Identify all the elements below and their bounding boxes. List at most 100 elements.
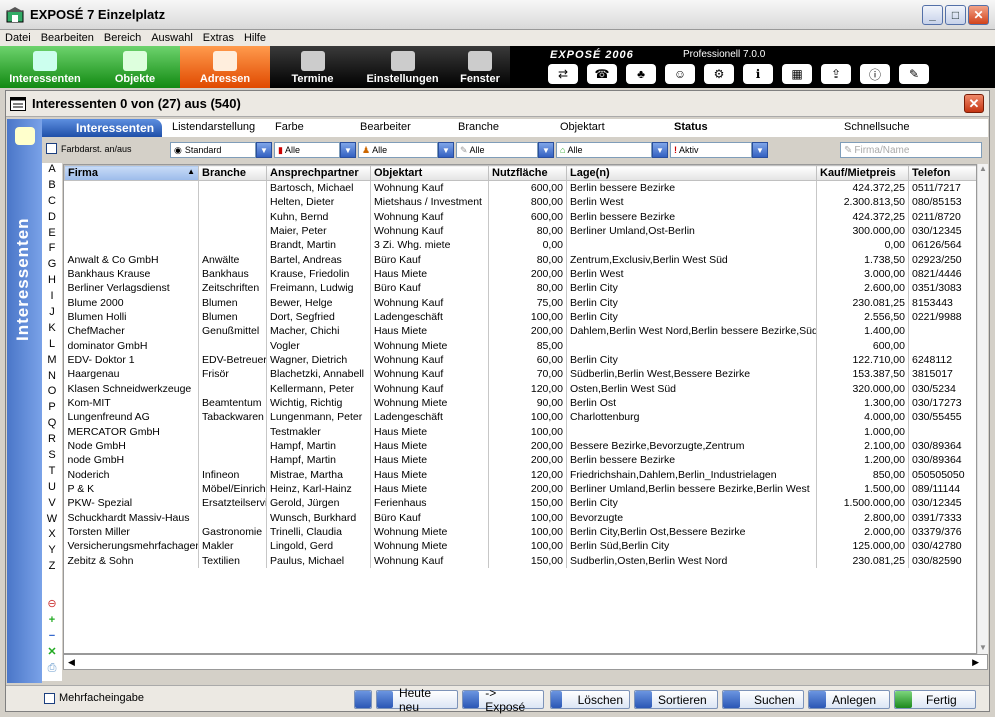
table-row[interactable]: Node GmbH Hampf, Martin Haus Miete 200,00 Be… bbox=[64, 438, 976, 454]
farbe-dropdown-button[interactable]: ▼ bbox=[340, 142, 356, 158]
objektart-select[interactable]: ⌂ Alle bbox=[556, 142, 652, 158]
column-header-ansprechpartner[interactable]: Ansprechpartner bbox=[266, 165, 371, 181]
print-icon[interactable]: ⎙ bbox=[44, 660, 60, 676]
letter-index-item[interactable]: C bbox=[42, 195, 62, 211]
letter-index-item[interactable]: J bbox=[42, 306, 62, 322]
letter-index-item[interactable]: P bbox=[42, 401, 62, 417]
table-row[interactable]: Lungenfreund AG Tabackwaren Lungenmann, Pe… bbox=[64, 410, 976, 425]
toolbar-interessenten-button[interactable]: Interessenten bbox=[0, 46, 90, 88]
table-row[interactable]: Blumen Holli Blumen Dort, Segfried Ladenges… bbox=[64, 309, 976, 325]
menu-bearbeiten[interactable]: Bearbeiten bbox=[36, 32, 99, 44]
listview-dropdown-button[interactable]: ▼ bbox=[256, 142, 272, 158]
horizontal-scrollbar[interactable]: ◀ ▶ bbox=[63, 654, 988, 670]
scroll-down-icon[interactable]: ▼ bbox=[978, 643, 988, 652]
letter-index-item[interactable]: Q bbox=[42, 417, 62, 433]
color-toggle[interactable]: Farbdarst. an/aus bbox=[46, 143, 132, 154]
anlegen-button[interactable]: Anlegen bbox=[808, 690, 890, 709]
people-group-icon[interactable]: ☺ bbox=[665, 64, 695, 84]
subwindow-close-button[interactable]: ✕ bbox=[964, 94, 984, 113]
letter-index-item[interactable]: I bbox=[42, 290, 62, 306]
letter-index-item[interactable]: B bbox=[42, 179, 62, 195]
multi-entry-checkbox[interactable] bbox=[44, 692, 55, 704]
toolbar-objekte-button[interactable]: Objekte bbox=[90, 46, 180, 88]
letter-index-item[interactable]: L bbox=[42, 338, 62, 354]
column-header-nutzflaeche[interactable]: Nutzfläche bbox=[488, 165, 567, 181]
table-row[interactable]: Klasen Schneidwerkzeuge Kellermann, Peter… bbox=[64, 381, 976, 396]
menu-bereich[interactable]: Bereich bbox=[99, 32, 146, 44]
toolbar-termine-button[interactable]: Termine bbox=[270, 46, 355, 88]
table-row[interactable]: Haargenau Frisör Blachetzki, Annabell Wohnu… bbox=[64, 367, 976, 382]
letter-index-item[interactable]: X bbox=[42, 528, 62, 544]
letter-index-item[interactable]: M bbox=[42, 354, 62, 370]
help-button[interactable] bbox=[354, 690, 372, 709]
vertical-scrollbar[interactable]: ▲ ▼ bbox=[977, 164, 988, 654]
table-row[interactable]: Bankhaus Krause Bankhaus Krause, Friedolin… bbox=[64, 266, 976, 282]
remove-record-icon[interactable]: ⊖ bbox=[44, 596, 60, 612]
toolbar-einstellungen-button[interactable]: Einstellungen bbox=[355, 46, 450, 88]
minus-icon[interactable]: − bbox=[44, 628, 60, 644]
phone-icon[interactable]: ☎ bbox=[587, 64, 617, 84]
table-row[interactable]: Kuhn, Bernd Wohnung Kauf 600,00 Berlin bess… bbox=[64, 209, 976, 224]
loeschen-button[interactable]: Löschen bbox=[550, 690, 630, 709]
letter-index-item[interactable]: O bbox=[42, 385, 62, 401]
multi-entry-toggle[interactable]: Mehrfacheingabe bbox=[44, 692, 144, 704]
table-row[interactable]: dominator GmbH Vogler Wohnung Miete 85,00 60… bbox=[64, 338, 976, 353]
letter-index-item[interactable]: A bbox=[42, 163, 62, 179]
table-row[interactable]: Brandt, Martin 3 Zi. Whg. miete 0,00 0,00 06… bbox=[64, 238, 976, 253]
table-row[interactable]: Blume 2000 Blumen Bewer, Helge Wohnung Kauf… bbox=[64, 295, 976, 310]
heute-neu-button[interactable]: Heute neu bbox=[376, 686, 458, 714]
export-icon[interactable]: ⇪ bbox=[821, 64, 851, 84]
close-window-button[interactable]: ✕ bbox=[968, 5, 989, 25]
letter-index-item[interactable]: V bbox=[42, 497, 62, 513]
speech-icon[interactable]: ✎ bbox=[899, 64, 929, 84]
letter-index-item[interactable]: T bbox=[42, 465, 62, 481]
letter-index-item[interactable]: H bbox=[42, 274, 62, 290]
letter-index-item[interactable]: E bbox=[42, 227, 62, 243]
table-row[interactable]: Berliner Verlagsdienst Zeitschriften Freim… bbox=[64, 281, 976, 296]
column-header-firma[interactable]: Firma ▲ bbox=[64, 165, 199, 181]
table-row[interactable]: EDV- Doktor 1 EDV-Betreuer Wagner, Dietric… bbox=[64, 352, 976, 368]
letter-index-item[interactable]: K bbox=[42, 322, 62, 338]
letter-index-item[interactable]: G bbox=[42, 258, 62, 274]
table-row[interactable]: Versicherungsmehrfachagen Makler Lingold, … bbox=[64, 539, 976, 554]
suchen-button[interactable]: Suchen bbox=[722, 690, 804, 709]
letter-index-item[interactable]: N bbox=[42, 370, 62, 386]
listview-select[interactable]: ◉ Standard bbox=[170, 142, 256, 158]
menu-extras[interactable]: Extras bbox=[198, 32, 239, 44]
sync-icon[interactable]: ⇄ bbox=[548, 64, 578, 84]
network-icon[interactable]: ⚙ bbox=[704, 64, 734, 84]
status-select[interactable]: ! Aktiv bbox=[670, 142, 752, 158]
table-row[interactable]: node GmbH Hampf, Martin Haus Miete 200,00 Be… bbox=[64, 453, 976, 468]
bearbeiter-dropdown-button[interactable]: ▼ bbox=[438, 142, 454, 158]
scroll-right-icon[interactable]: ▶ bbox=[972, 657, 979, 668]
column-header-objektart[interactable]: Objektart bbox=[370, 165, 489, 181]
maximize-button[interactable]: □ bbox=[945, 5, 966, 25]
table-row[interactable]: Maier, Peter Wohnung Kauf 80,00 Berliner Um… bbox=[64, 223, 976, 239]
table-row[interactable]: MERCATOR GmbH Testmakler Haus Miete 100,00 1… bbox=[64, 424, 976, 439]
person-info-icon[interactable]: ℹ bbox=[743, 64, 773, 84]
tab-interessenten[interactable]: Interessenten bbox=[42, 119, 162, 137]
column-header-preis[interactable]: Kauf/Mietpreis bbox=[816, 165, 909, 181]
scroll-up-icon[interactable]: ▲ bbox=[978, 164, 988, 173]
letter-index-item[interactable]: S bbox=[42, 449, 62, 465]
table-row[interactable]: Kom-MIT Beamtentum Wichtig, Richtig Wohnung… bbox=[64, 395, 976, 411]
table-row[interactable]: Zebitz & Sohn Textilien Paulus, Michael Woh… bbox=[64, 553, 976, 568]
menu-datei[interactable]: Datei bbox=[0, 32, 36, 44]
letter-index-item[interactable]: Z bbox=[42, 560, 62, 576]
letter-index-item[interactable]: Y bbox=[42, 544, 62, 560]
status-dropdown-button[interactable]: ▼ bbox=[752, 142, 768, 158]
letter-index-item[interactable]: D bbox=[42, 211, 62, 227]
table-row[interactable]: Helten, Dieter Mietshaus / Investment 800,… bbox=[64, 195, 976, 210]
sortieren-button[interactable]: Sortieren bbox=[634, 690, 718, 709]
letter-index-item[interactable]: R bbox=[42, 433, 62, 449]
letter-index-item[interactable]: U bbox=[42, 481, 62, 497]
column-header-lage[interactable]: Lage(n) bbox=[566, 165, 817, 181]
menu-hilfe[interactable]: Hilfe bbox=[239, 32, 271, 44]
table-row[interactable]: Torsten Miller Gastronomie Trinelli, Claud… bbox=[64, 524, 976, 540]
letter-index-item[interactable]: W bbox=[42, 513, 62, 529]
table-row[interactable]: Bartosch, Michael Wohnung Kauf 600,00 Berli… bbox=[64, 180, 976, 195]
branche-dropdown-button[interactable]: ▼ bbox=[538, 142, 554, 158]
scroll-left-icon[interactable]: ◀ bbox=[68, 657, 75, 668]
letter-index-item[interactable]: F bbox=[42, 242, 62, 258]
toolbar-adressen-button[interactable]: Adressen bbox=[180, 46, 270, 88]
